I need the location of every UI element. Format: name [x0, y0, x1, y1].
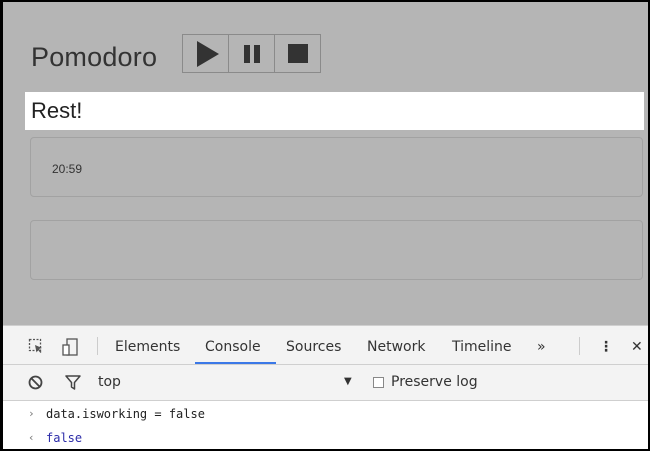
- console-command[interactable]: data.isworking = false: [46, 402, 205, 426]
- devtools-tabbar: Elements Console Sources Network Timelin…: [3, 325, 648, 365]
- play-button[interactable]: [182, 34, 229, 73]
- input-prompt-icon: ›: [28, 407, 35, 420]
- timer-controls: [182, 34, 321, 73]
- stop-icon: [287, 44, 308, 63]
- console-input-line: › data.isworking = false: [3, 402, 648, 426]
- device-mode-icon[interactable]: [62, 338, 78, 360]
- console-result: false: [46, 431, 83, 445]
- active-tab-indicator: [195, 362, 276, 364]
- console-result-line: ‹ false: [3, 426, 648, 449]
- app-title: Pomodoro: [31, 42, 158, 72]
- console-toolbar: top ▼ Preserve log: [3, 365, 648, 401]
- console-output: › data.isworking = false ‹ false: [3, 402, 648, 449]
- tab-console[interactable]: Console: [205, 339, 261, 355]
- more-tabs-button[interactable]: »: [537, 339, 546, 355]
- dropdown-arrow-icon[interactable]: ▼: [344, 376, 352, 387]
- preserve-log-checkbox[interactable]: [373, 377, 384, 388]
- pomodoro-app: Pomodoro Rest! 20:59: [3, 2, 648, 325]
- play-icon: [196, 40, 219, 67]
- preserve-log-label: Preserve log: [391, 374, 478, 390]
- pause-button[interactable]: [228, 34, 275, 73]
- tab-network[interactable]: Network: [367, 339, 425, 355]
- inspect-element-icon[interactable]: [28, 338, 44, 358]
- timer-display: 20:59: [52, 162, 83, 176]
- toolbar-divider: [579, 337, 580, 355]
- close-devtools-button[interactable]: ✕: [631, 339, 643, 355]
- tab-timeline[interactable]: Timeline: [452, 339, 512, 355]
- screenshot-frame: Pomodoro Rest! 20:59 Elements Console So…: [0, 0, 650, 451]
- stop-button[interactable]: [274, 34, 321, 73]
- clear-console-icon[interactable]: [28, 375, 43, 394]
- filter-icon[interactable]: [65, 375, 81, 394]
- devtools-panel: Elements Console Sources Network Timelin…: [3, 325, 648, 449]
- devtools-menu-button[interactable]: ⋮: [599, 339, 613, 355]
- timer-panel: 20:59: [30, 137, 643, 197]
- toolbar-divider: [97, 337, 98, 355]
- empty-panel: [30, 220, 643, 280]
- context-selector[interactable]: top: [98, 374, 121, 390]
- tab-sources[interactable]: Sources: [286, 339, 341, 355]
- tab-elements[interactable]: Elements: [115, 339, 180, 355]
- status-message: Rest!: [25, 92, 644, 130]
- pause-icon: [243, 44, 260, 63]
- output-prompt-icon: ‹: [28, 431, 35, 444]
